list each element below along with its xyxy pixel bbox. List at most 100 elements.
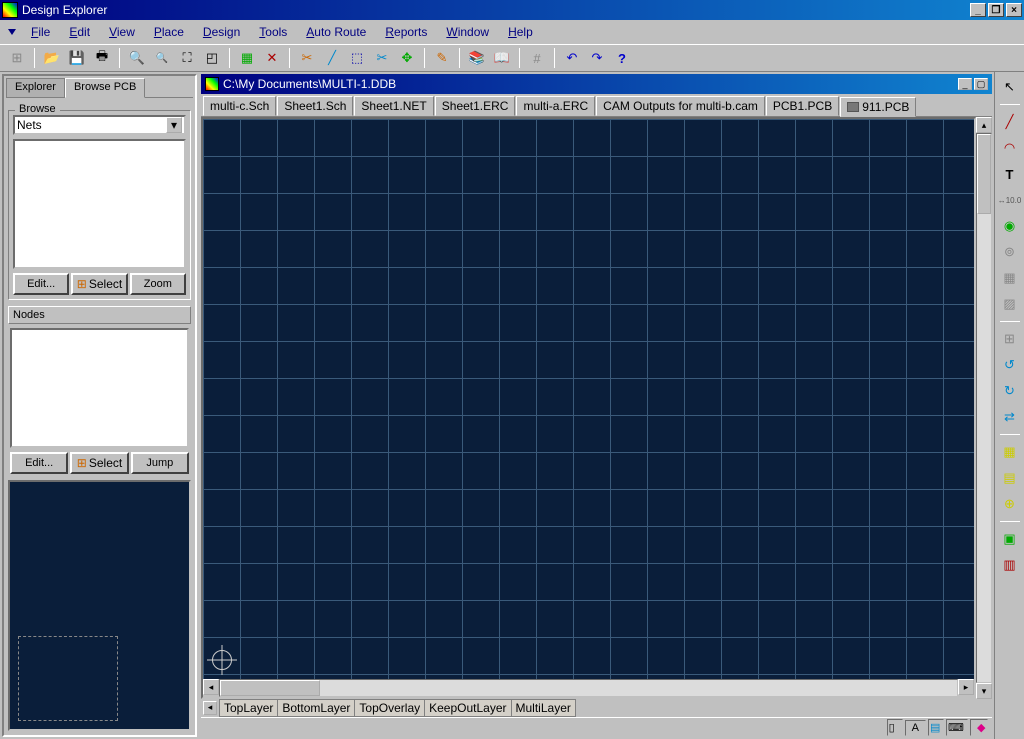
- menu-help[interactable]: Help: [500, 23, 541, 41]
- doc-tab[interactable]: Sheet1.Sch: [277, 96, 353, 116]
- status-icon-1[interactable]: ▯: [887, 719, 903, 736]
- layer-scroll-left[interactable]: ◂: [203, 701, 217, 715]
- h-scroll-track[interactable]: [219, 679, 958, 697]
- menu-edit[interactable]: Edit: [61, 23, 98, 41]
- doc-tab-active[interactable]: 911.PCB: [840, 97, 916, 117]
- status-keyboard-icon[interactable]: ⌨: [946, 719, 968, 736]
- layer-tab[interactable]: TopLayer: [219, 699, 278, 717]
- tool-cursor-icon[interactable]: ↖: [999, 76, 1021, 98]
- toolbar-cut-icon[interactable]: ✂: [296, 47, 318, 69]
- tool-origin-icon[interactable]: ⊕: [999, 493, 1021, 515]
- v-scroll-track[interactable]: [976, 133, 992, 683]
- scroll-left-button[interactable]: ◂: [203, 679, 219, 695]
- tool-rotate-ccw-icon[interactable]: ↺: [999, 354, 1021, 376]
- toolbar-save-icon[interactable]: 💾: [66, 47, 88, 69]
- toolbar-zoom-rect-icon[interactable]: ◰: [201, 47, 223, 69]
- jump-button[interactable]: Jump: [131, 452, 189, 474]
- tool-lock-icon[interactable]: ▦: [999, 441, 1021, 463]
- toolbar-redo-icon[interactable]: ↷: [586, 47, 608, 69]
- doc-tab[interactable]: Sheet1.NET: [354, 96, 433, 116]
- scroll-right-button[interactable]: ▸: [958, 679, 974, 695]
- vertical-scrollbar[interactable]: ▴ ▾: [976, 117, 992, 699]
- horizontal-scrollbar[interactable]: ◂ ▸: [203, 679, 974, 697]
- status-text-a[interactable]: A: [905, 720, 926, 736]
- scroll-down-button[interactable]: ▾: [976, 683, 992, 699]
- select-button[interactable]: ⊞Select: [71, 273, 127, 295]
- menu-window[interactable]: Window: [438, 23, 497, 41]
- layer-tab[interactable]: BottomLayer: [277, 699, 355, 717]
- toolbar-zoom-out-icon[interactable]: 🔍: [151, 47, 173, 69]
- browse-combo[interactable]: Nets ▾: [13, 115, 186, 135]
- status-eraser-icon[interactable]: ◆: [970, 719, 988, 736]
- zoom-button[interactable]: Zoom: [130, 273, 186, 295]
- tool-arc-icon[interactable]: ◠: [999, 137, 1021, 159]
- tool-via-icon[interactable]: ⊚: [999, 241, 1021, 263]
- doc-tab[interactable]: CAM Outputs for multi-b.cam: [596, 96, 765, 116]
- toolbar-open-icon[interactable]: 📂: [41, 47, 63, 69]
- layer-tab[interactable]: TopOverlay: [354, 699, 425, 717]
- tool-align-icon[interactable]: ▤: [999, 467, 1021, 489]
- toolbar-zoom-in-icon[interactable]: 🔍: [126, 47, 148, 69]
- menu-tools[interactable]: Tools: [251, 23, 295, 41]
- restore-button[interactable]: ❐: [988, 3, 1004, 17]
- toolbar-lib-browse-icon[interactable]: 📖: [491, 47, 513, 69]
- layer-tab[interactable]: KeepOutLayer: [424, 699, 511, 717]
- toolbar-track-icon[interactable]: ╱: [321, 47, 343, 69]
- menu-place[interactable]: Place: [146, 23, 192, 41]
- v-scroll-thumb[interactable]: [977, 134, 991, 214]
- toolbar-library-icon[interactable]: 📚: [466, 47, 488, 69]
- select-button-2[interactable]: ⊞Select: [70, 452, 128, 474]
- tool-text-icon[interactable]: T: [999, 163, 1021, 185]
- tool-layers-icon[interactable]: ▥: [999, 554, 1021, 576]
- menu-indicator-icon: [8, 29, 16, 35]
- menu-autoroute[interactable]: Auto Route: [298, 23, 374, 41]
- tool-pad-icon[interactable]: ◉: [999, 215, 1021, 237]
- tool-rect-icon[interactable]: ▦: [999, 267, 1021, 289]
- edit-button-2[interactable]: Edit...: [10, 452, 68, 474]
- pcb-canvas[interactable]: [203, 119, 974, 679]
- toolbar-move-icon[interactable]: ✥: [396, 47, 418, 69]
- doc-tab[interactable]: multi-c.Sch: [203, 96, 276, 116]
- tool-3d-icon[interactable]: ▣: [999, 528, 1021, 550]
- toolbar-help-icon[interactable]: ?: [611, 47, 633, 69]
- toolbar-drc-icon[interactable]: ✎: [431, 47, 453, 69]
- editor-area: C:\My Documents\MULTI-1.DDB _ ▢ multi-c.…: [199, 72, 1024, 739]
- menu-view[interactable]: View: [101, 23, 143, 41]
- toolbar-print-icon[interactable]: 🖶: [91, 47, 113, 69]
- toolbar-tree-icon[interactable]: ⊞: [6, 47, 28, 69]
- toolbar-scissors-icon[interactable]: ✂: [371, 47, 393, 69]
- nodes-listbox[interactable]: [10, 328, 189, 448]
- toolbar-cross-icon[interactable]: ✕: [261, 47, 283, 69]
- minimize-button[interactable]: _: [970, 3, 986, 17]
- toolbar-undo-icon[interactable]: ↶: [561, 47, 583, 69]
- menu-design[interactable]: Design: [195, 23, 248, 41]
- toolbar-zoom-fit-icon[interactable]: ⛶: [176, 47, 198, 69]
- layer-tab[interactable]: MultiLayer: [511, 699, 576, 717]
- combo-arrow-icon[interactable]: ▾: [166, 117, 182, 133]
- doc-tab[interactable]: Sheet1.ERC: [435, 96, 516, 116]
- nets-listbox[interactable]: [13, 139, 186, 269]
- tool-array-icon[interactable]: ⊞: [999, 328, 1021, 350]
- minimap[interactable]: [8, 480, 191, 731]
- tool-fill-icon[interactable]: ▨: [999, 293, 1021, 315]
- h-scroll-thumb[interactable]: [220, 680, 320, 696]
- tool-pencil-icon[interactable]: ╱: [999, 111, 1021, 133]
- status-icon-2[interactable]: ▤: [928, 719, 944, 736]
- tool-rotate-cw-icon[interactable]: ↻: [999, 380, 1021, 402]
- doc-restore-button[interactable]: ▢: [974, 78, 988, 90]
- menu-file[interactable]: File: [23, 23, 58, 41]
- scroll-up-button[interactable]: ▴: [976, 117, 992, 133]
- toolbar-grid-icon[interactable]: #: [526, 47, 548, 69]
- doc-tab[interactable]: PCB1.PCB: [766, 96, 839, 116]
- toolbar-component-icon[interactable]: ▦: [236, 47, 258, 69]
- tool-mirror-icon[interactable]: ⇄: [999, 406, 1021, 428]
- close-button[interactable]: ×: [1006, 3, 1022, 17]
- tab-explorer[interactable]: Explorer: [6, 78, 65, 98]
- doc-tab[interactable]: multi-a.ERC: [516, 96, 595, 116]
- toolbar-select-rect-icon[interactable]: ⬚: [346, 47, 368, 69]
- tool-dimension-icon[interactable]: ↔10.0: [999, 189, 1021, 211]
- tab-browse-pcb[interactable]: Browse PCB: [65, 78, 145, 98]
- menu-reports[interactable]: Reports: [377, 23, 435, 41]
- edit-button[interactable]: Edit...: [13, 273, 69, 295]
- doc-minimize-button[interactable]: _: [958, 78, 972, 90]
